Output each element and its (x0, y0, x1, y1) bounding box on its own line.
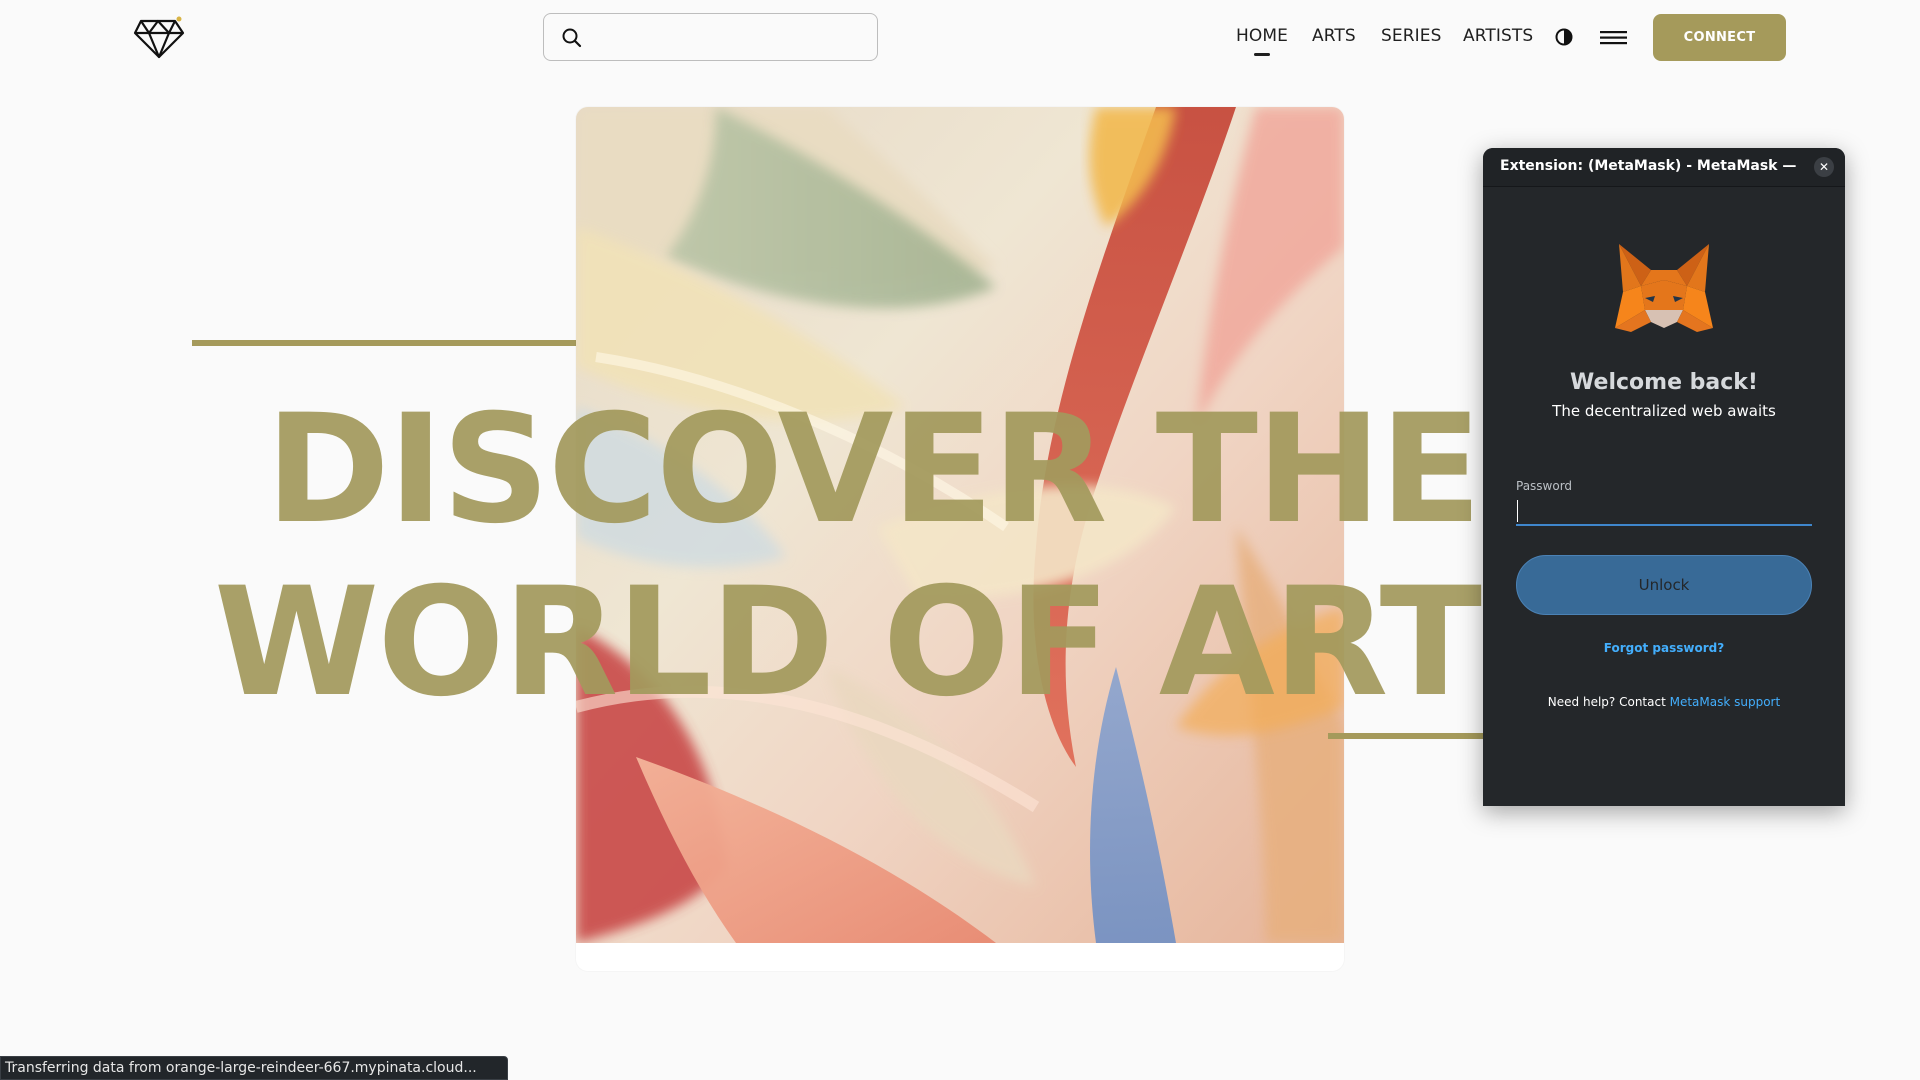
metamask-support-link[interactable]: MetaMask support (1670, 695, 1781, 709)
accent-line-top (192, 340, 592, 346)
metamask-fox-icon (1615, 244, 1713, 332)
hero-headline-line1: DISCOVER THE (265, 383, 1482, 557)
text-caret (1517, 500, 1518, 522)
search-bar[interactable] (543, 13, 878, 61)
page: HOME ARTS SERIES ARTISTS CONNECT DISCOVE… (0, 0, 1920, 1080)
hamburger-menu-icon[interactable] (1600, 31, 1627, 45)
metamask-welcome-heading: Welcome back! (1570, 370, 1758, 395)
search-input[interactable] (594, 20, 868, 56)
unlock-button[interactable]: Unlock (1516, 555, 1812, 615)
metamask-popup: Extension: (MetaMask) - MetaMask — M... … (1483, 148, 1845, 806)
metamask-titlebar: Extension: (MetaMask) - MetaMask — M... … (1483, 148, 1845, 187)
metamask-subtitle: The decentralized web awaits (1552, 402, 1776, 420)
nav-artists[interactable]: ARTISTS (1463, 26, 1533, 46)
password-label: Password (1516, 479, 1573, 493)
close-icon[interactable]: ✕ (1814, 157, 1834, 177)
half-circle-contrast-icon[interactable] (1555, 28, 1573, 46)
nav-home[interactable]: HOME (1236, 26, 1288, 46)
help-text: Need help? Contact MetaMask support (1483, 695, 1845, 709)
status-text: Transferring data from orange-large-rein… (5, 1060, 477, 1076)
browser-status-bar: Transferring data from orange-large-rein… (0, 1056, 508, 1080)
diamond-logo-icon[interactable] (131, 15, 187, 61)
nav-arts[interactable]: ARTS (1312, 26, 1356, 46)
forgot-password-link[interactable]: Forgot password? (1483, 641, 1845, 655)
search-icon[interactable] (561, 27, 583, 49)
password-field[interactable] (1516, 496, 1812, 526)
hero-headline-line2: WORLD OF ART (213, 556, 1482, 730)
nav-series[interactable]: SERIES (1381, 26, 1442, 46)
metamask-window-title: Extension: (MetaMask) - MetaMask — M... (1500, 158, 1800, 174)
help-prefix: Need help? Contact (1547, 695, 1670, 709)
connect-button[interactable]: CONNECT (1653, 14, 1786, 61)
